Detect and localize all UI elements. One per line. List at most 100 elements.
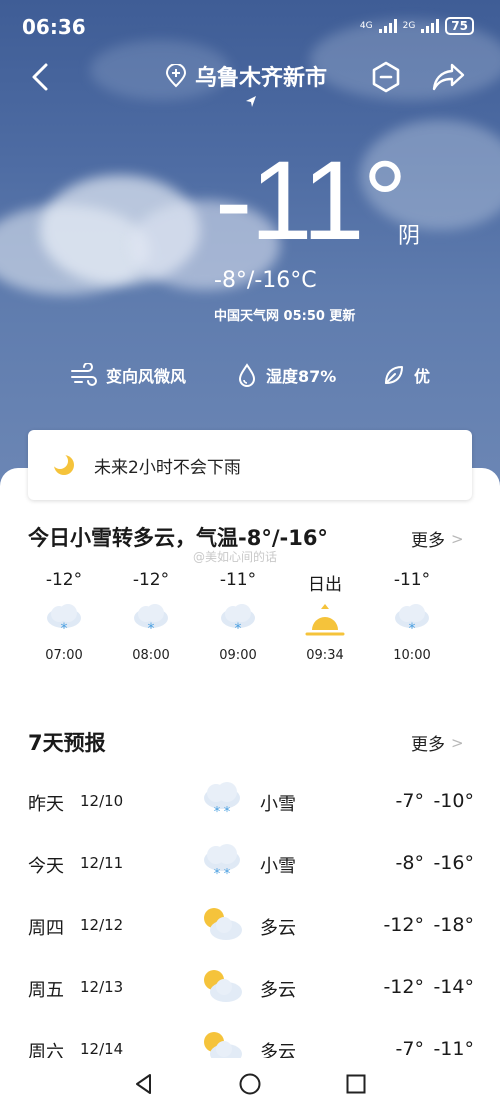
forecast-low: -11°: [433, 1038, 474, 1060]
hourly-temp: -12°: [132, 570, 170, 590]
forecast-date: 12/11: [80, 854, 124, 872]
location-arrow-icon: [246, 96, 256, 107]
forecast-desc: 多云: [260, 980, 296, 1001]
update-source: 中国天气网 05:50 更新: [214, 309, 356, 324]
svg-text:*: *: [214, 867, 221, 882]
hourly-forecast[interactable]: -12° * 07:00 -12° * 08:00 -11° * 09:00 日…: [0, 570, 500, 680]
city-selector[interactable]: 乌鲁木齐新市: [165, 60, 327, 92]
hourly-temp: -11°: [219, 570, 257, 590]
nav-home-icon[interactable]: [238, 1072, 262, 1096]
forecast-low: -18°: [433, 914, 474, 936]
temperature-range: -8°/-16°C: [214, 268, 317, 293]
current-temperature: -11°: [215, 138, 407, 263]
snow-icon: * *: [204, 782, 240, 820]
svg-text:*: *: [235, 621, 242, 637]
sunrise-icon: [285, 596, 365, 644]
air-quality-label: 优: [414, 367, 431, 386]
system-nav-bar: [0, 1058, 500, 1111]
water-drop-icon: [238, 363, 256, 387]
wind-label: 变向风微风: [106, 367, 187, 386]
forecast-low: -14°: [433, 976, 474, 998]
hourly-temp: -11°: [393, 570, 431, 590]
humidity-label: 湿度87%: [266, 367, 337, 386]
svg-text:*: *: [224, 805, 231, 820]
partly-cloudy-icon: [204, 908, 242, 940]
forecast-row[interactable]: 周四 12/12 多云 -12° -18°: [0, 894, 500, 956]
forecast-row[interactable]: 今天 12/11 * * 小雪 -8° -16°: [0, 832, 500, 894]
forecast-row[interactable]: 昨天 12/10 * * 小雪 -7° -10°: [0, 770, 500, 832]
signal-icon: [378, 19, 397, 33]
snow-cloud-icon: *: [198, 596, 278, 644]
forecast-high: -7°: [395, 1038, 424, 1060]
snow-icon: * *: [204, 844, 240, 882]
svg-text:*: *: [224, 867, 231, 882]
svg-text:*: *: [214, 805, 221, 820]
forecast-day: 今天: [28, 856, 64, 877]
forecast-date: 12/12: [80, 916, 124, 934]
watermark: @美如心间的话: [193, 550, 278, 564]
share-icon[interactable]: [430, 60, 466, 94]
forecast-row[interactable]: 周五 12/13 多云 -12° -14°: [0, 956, 500, 1018]
week-more-link[interactable]: 更多 >: [411, 730, 464, 756]
forecast-low: -10°: [433, 790, 474, 812]
forecast-desc: 小雪: [260, 856, 296, 877]
metrics-row: 变向风微风 湿度87% 优: [0, 358, 500, 392]
partly-cloudy-icon: [204, 970, 242, 1002]
theme-hexagon-icon[interactable]: [370, 60, 402, 94]
hourly-time: 09:34: [306, 648, 344, 663]
hourly-item: -11° * 09:00: [198, 570, 278, 663]
status-bar: 06:36 4G 2G 75: [0, 0, 500, 52]
wind-metric[interactable]: 变向风微风: [70, 358, 186, 392]
hourly-item: -12° * 07:00: [24, 570, 104, 663]
humidity-metric[interactable]: 湿度87%: [236, 358, 336, 392]
status-icons: 4G 2G 75: [360, 17, 474, 35]
svg-text:*: *: [409, 621, 416, 637]
snow-cloud-icon: *: [24, 596, 104, 644]
snow-cloud-icon: *: [372, 596, 452, 644]
status-time: 06:36: [22, 15, 86, 39]
wind-icon: [71, 363, 97, 386]
forecast-date: 12/10: [80, 792, 124, 810]
chevron-right-icon: >: [451, 529, 464, 548]
hourly-time: 07:00: [45, 648, 83, 663]
forecast-high: -12°: [383, 976, 424, 998]
forecast-high: -7°: [395, 790, 424, 812]
current-condition: 阴: [398, 224, 421, 249]
hourly-item: -12° * 08:00: [111, 570, 191, 663]
svg-text:*: *: [148, 621, 155, 637]
svg-text:*: *: [61, 621, 68, 637]
hourly-temp: -12°: [45, 570, 83, 590]
network-4g-label: 4G: [359, 21, 373, 31]
network-2g-label: 2G: [402, 21, 416, 31]
more-label: 更多: [411, 735, 445, 755]
rain-forecast-card[interactable]: 未来2小时不会下雨: [28, 430, 472, 500]
hourly-item: 日出 09:34: [285, 570, 365, 663]
city-name: 乌鲁木齐新市: [195, 66, 328, 91]
location-pin-icon: [165, 64, 187, 88]
forecast-day: 周四: [28, 918, 64, 939]
rain-forecast-text: 未来2小时不会下雨: [94, 457, 241, 478]
forecast-date: 12/14: [80, 1040, 124, 1058]
air-quality-metric[interactable]: 优: [382, 358, 430, 392]
chevron-right-icon: >: [451, 733, 464, 752]
forecast-date: 12/13: [80, 978, 124, 996]
battery-icon: 75: [445, 17, 474, 35]
forecast-day: 昨天: [28, 794, 64, 815]
week-forecast-title: 7天预报: [28, 731, 106, 755]
nav-recents-icon[interactable]: [344, 1072, 368, 1096]
forecast-low: -16°: [433, 852, 474, 874]
back-icon[interactable]: [26, 60, 56, 94]
signal-icon: [421, 19, 440, 33]
hourly-time: 08:00: [132, 648, 170, 663]
forecast-desc: 小雪: [260, 794, 296, 815]
hourly-temp: 日出: [308, 575, 342, 595]
moon-icon: [52, 453, 74, 475]
today-more-link[interactable]: 更多 >: [411, 526, 464, 552]
hourly-time: 09:00: [219, 648, 257, 663]
more-label: 更多: [411, 531, 445, 551]
nav-back-icon[interactable]: [132, 1072, 156, 1096]
forecast-day: 周五: [28, 980, 64, 1001]
forecast-high: -8°: [395, 852, 424, 874]
forecast-desc: 多云: [260, 918, 296, 939]
hourly-time: 10:00: [393, 648, 431, 663]
